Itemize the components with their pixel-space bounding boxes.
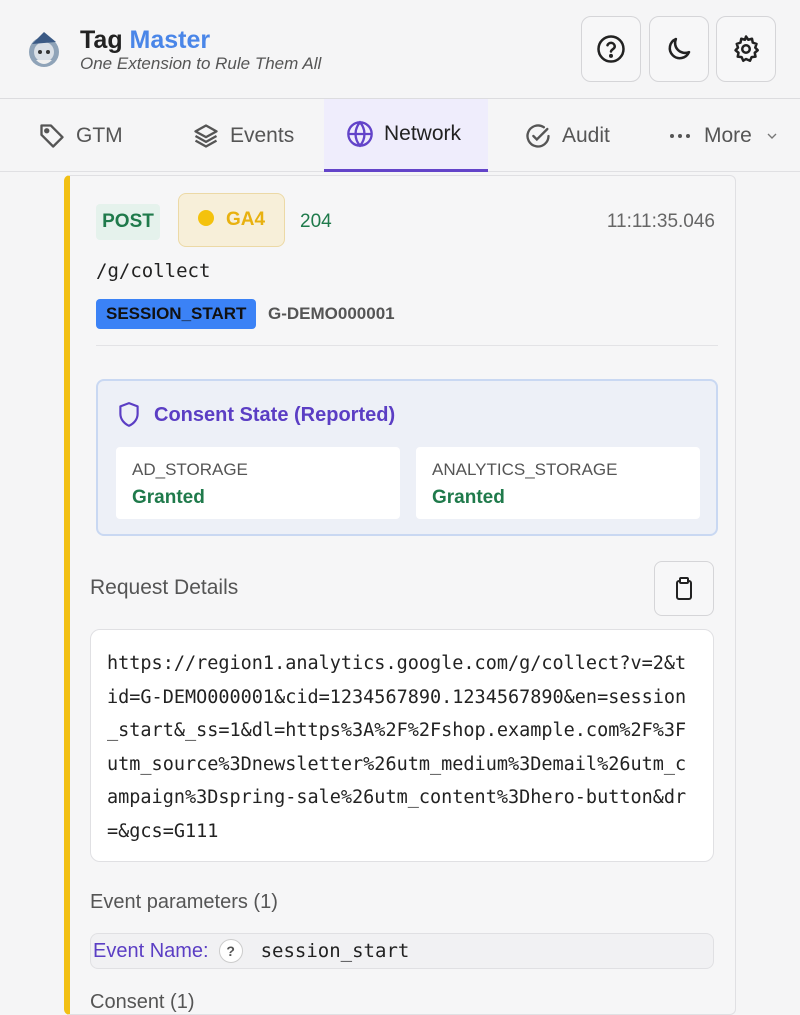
request-timestamp: 11:11:35.046: [606, 211, 715, 232]
chevron-down-icon: [767, 133, 777, 139]
event-parameter-row: Event Name: ? session_start: [90, 933, 714, 969]
event-parameters-title: Event parameters (1): [90, 891, 278, 913]
check-circle-icon: [526, 123, 550, 148]
app-title-accent: Master: [129, 26, 211, 54]
http-method-badge: POST: [96, 204, 160, 240]
vendor-label: GA4: [225, 209, 266, 230]
consent-state-title: Consent State (Reported): [116, 401, 395, 429]
parameter-key: Event Name:: [93, 939, 209, 962]
tab-gtm[interactable]: GTM: [38, 99, 123, 172]
consent-value: Granted: [132, 487, 205, 508]
parameter-value: session_start: [260, 940, 410, 962]
layers-icon: [194, 123, 218, 148]
ellipsis-icon: [670, 133, 690, 138]
copy-url-button[interactable]: [654, 561, 714, 616]
app-tagline: One Extension to Rule Them All: [80, 54, 322, 73]
shield-icon: [119, 402, 139, 427]
consent-state-panel: Consent State (Reported) AD_STORAGE Gran…: [96, 379, 718, 536]
tab-events-label: Events: [230, 123, 295, 147]
tab-network[interactable]: Network: [324, 99, 488, 172]
vendor-dot-icon: [197, 210, 214, 226]
network-request-card[interactable]: POST GA4 204 11:11:35.046 /g/collect SES…: [64, 175, 736, 1015]
theme-toggle-button[interactable]: [649, 16, 709, 82]
app-title: Tag Master: [80, 26, 210, 55]
tab-more-label: More: [704, 123, 752, 147]
tab-events[interactable]: Events: [192, 99, 294, 172]
consent-value: Granted: [432, 487, 505, 508]
tag-icon: [40, 123, 64, 148]
clipboard-icon: [676, 576, 692, 600]
app-header: Tag Master One Extension to Rule Them Al…: [0, 0, 800, 99]
divider: [96, 345, 718, 346]
consent-key: AD_STORAGE: [132, 460, 248, 479]
help-button[interactable]: [581, 16, 641, 82]
app-title-main: Tag: [80, 26, 123, 54]
vendor-badge: GA4: [178, 193, 285, 247]
question-circle-icon: [597, 35, 625, 63]
request-path: /g/collect: [96, 260, 211, 282]
consent-section-title: Consent (1): [90, 991, 195, 1013]
consent-item-analytics-storage: ANALYTICS_STORAGE Granted: [416, 447, 700, 519]
status-code: 204: [300, 211, 332, 232]
wizard-logo-icon: [29, 32, 59, 67]
tab-network-label: Network: [384, 122, 462, 145]
request-url-text[interactable]: https://region1.analytics.google.com/g/c…: [90, 629, 714, 862]
tab-bar: GTM Events Network Audit More: [0, 99, 800, 172]
request-details-title: Request Details: [90, 576, 239, 599]
measurement-id: G-DEMO000001: [268, 304, 395, 323]
globe-icon: [347, 120, 373, 148]
moon-icon: [668, 37, 691, 60]
tab-audit[interactable]: Audit: [524, 99, 610, 172]
settings-button[interactable]: [716, 16, 776, 82]
event-name-badge: SESSION_START: [96, 299, 257, 329]
tab-audit-label: Audit: [562, 123, 610, 147]
consent-key: ANALYTICS_STORAGE: [432, 460, 618, 479]
tab-more[interactable]: More: [668, 99, 780, 172]
help-icon[interactable]: ?: [218, 939, 243, 963]
tab-gtm-label: GTM: [76, 123, 123, 147]
consent-state-title-text: Consent State (Reported): [154, 403, 396, 426]
gear-icon: [734, 35, 759, 62]
consent-item-ad-storage: AD_STORAGE Granted: [116, 447, 400, 519]
